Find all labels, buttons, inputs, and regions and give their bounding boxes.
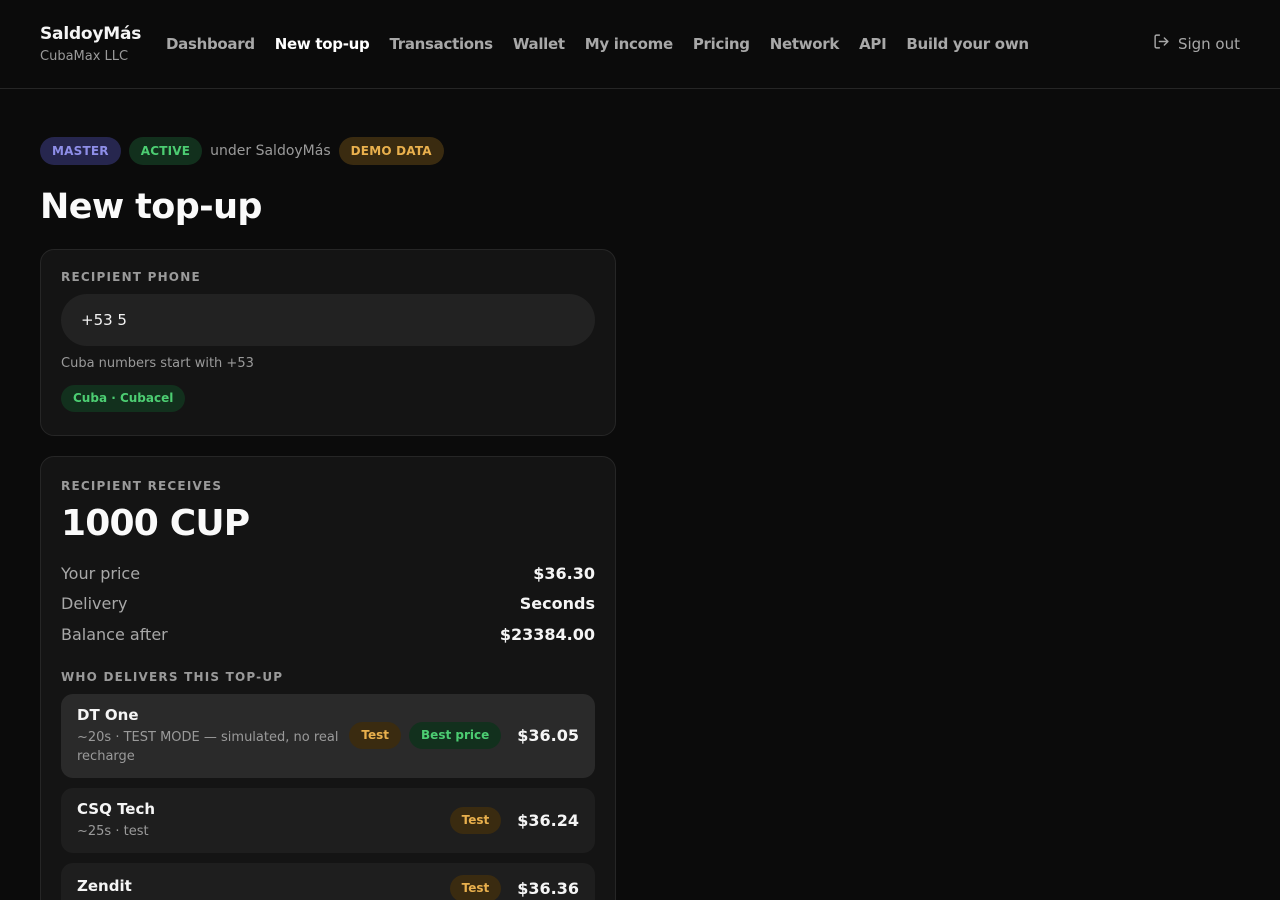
providers-label: WHO DELIVERS THIS TOP-UP <box>61 669 284 684</box>
summary-row-balance: Balance after $23384.00 <box>61 619 595 650</box>
summary-key: Your price <box>61 563 141 583</box>
provider-price: $36.05 <box>517 726 579 745</box>
provider-price: $36.24 <box>517 810 579 830</box>
status-badge: ACTIVE <box>128 137 203 165</box>
parent-account-text: under SaldoyMás <box>210 143 331 159</box>
phone-hint: Cuba numbers start with +53 <box>61 356 254 371</box>
nav-item-pricing[interactable]: Pricing <box>693 35 750 53</box>
recipient-receives-card: RECIPIENT RECEIVES 1000 CUP Your price $… <box>40 456 616 900</box>
nav-item-build-your-own[interactable]: Build your own <box>906 35 1029 53</box>
provider-option-dt-one[interactable]: DT One ~20s · TEST MODE — simulated, no … <box>61 693 595 778</box>
brand-name: SaldoyMás <box>40 24 142 44</box>
brand-company: CubaMax LLC <box>40 49 129 64</box>
demo-data-badge: DEMO DATA <box>338 137 444 165</box>
brand[interactable]: SaldoyMás CubaMax LLC <box>40 24 166 64</box>
nav-item-wallet[interactable]: Wallet <box>513 35 565 53</box>
nav-item-dashboard[interactable]: Dashboard <box>166 35 255 53</box>
summary-value: $36.30 <box>533 563 595 583</box>
provider-option-zendit[interactable]: Zendit Test $36.36 <box>61 862 595 900</box>
recipient-receives-label: RECIPIENT RECEIVES <box>61 479 223 493</box>
summary-row-price: Your price $36.30 <box>61 558 595 589</box>
provider-option-csq-tech[interactable]: CSQ Tech ~25s · test Test $36.24 <box>61 787 595 853</box>
provider-info: DT One ~20s · TEST MODE — simulated, no … <box>77 706 349 766</box>
test-tag: Test <box>449 874 502 900</box>
provider-meta: ~20s · TEST MODE — simulated, no real re… <box>77 729 339 764</box>
role-badge: MASTER <box>40 137 121 165</box>
provider-name: DT One <box>77 705 139 724</box>
summary-key: Balance after <box>61 624 168 644</box>
test-tag: Test <box>449 806 502 834</box>
recipient-phone-input[interactable] <box>61 294 595 346</box>
provider-tags: Test Best price $36.05 <box>349 722 579 749</box>
test-tag: Test <box>349 722 402 749</box>
nav-item-my-income[interactable]: My income <box>585 35 673 53</box>
best-price-tag: Best price <box>409 722 502 749</box>
nav-item-network[interactable]: Network <box>770 35 840 53</box>
price-summary: Your price $36.30 Delivery Seconds Balan… <box>61 558 595 650</box>
sign-out-label: Sign out <box>1177 34 1240 53</box>
summary-value: Seconds <box>519 594 595 614</box>
main-content: MASTER ACTIVE under SaldoyMás DEMO DATA … <box>0 89 1280 900</box>
provider-price: $36.36 <box>517 878 579 898</box>
provider-tags: Test $36.36 <box>449 874 579 900</box>
provider-tags: Test $36.24 <box>449 806 579 834</box>
provider-name: CSQ Tech <box>77 799 156 818</box>
provider-name: Zendit <box>77 877 132 895</box>
recipient-phone-card: RECIPIENT PHONE Cuba numbers start with … <box>40 249 616 436</box>
sign-out-button[interactable]: Sign out <box>1153 33 1240 54</box>
page-title: New top-up <box>40 187 262 227</box>
top-nav-bar: SaldoyMás CubaMax LLC Dashboard New top-… <box>0 0 1280 89</box>
nav-item-new-top-up[interactable]: New top-up <box>275 35 370 53</box>
summary-key: Delivery <box>61 594 128 614</box>
nav-item-transactions[interactable]: Transactions <box>389 35 493 53</box>
provider-info: Zendit <box>77 877 450 899</box>
carrier-chip: Cuba · Cubacel <box>61 385 186 412</box>
summary-row-delivery: Delivery Seconds <box>61 589 595 620</box>
summary-value: $23384.00 <box>499 624 595 644</box>
main-nav: Dashboard New top-up Transactions Wallet… <box>166 35 1049 53</box>
sign-out-icon <box>1153 33 1170 54</box>
receive-amount: 1000 CUP <box>61 503 250 544</box>
status-badges: MASTER ACTIVE under SaldoyMás DEMO DATA <box>40 137 1240 165</box>
recipient-phone-label: RECIPIENT PHONE <box>61 270 201 284</box>
nav-item-api[interactable]: API <box>859 35 887 53</box>
provider-info: CSQ Tech ~25s · test <box>77 800 450 841</box>
provider-meta: ~25s · test <box>77 823 149 839</box>
